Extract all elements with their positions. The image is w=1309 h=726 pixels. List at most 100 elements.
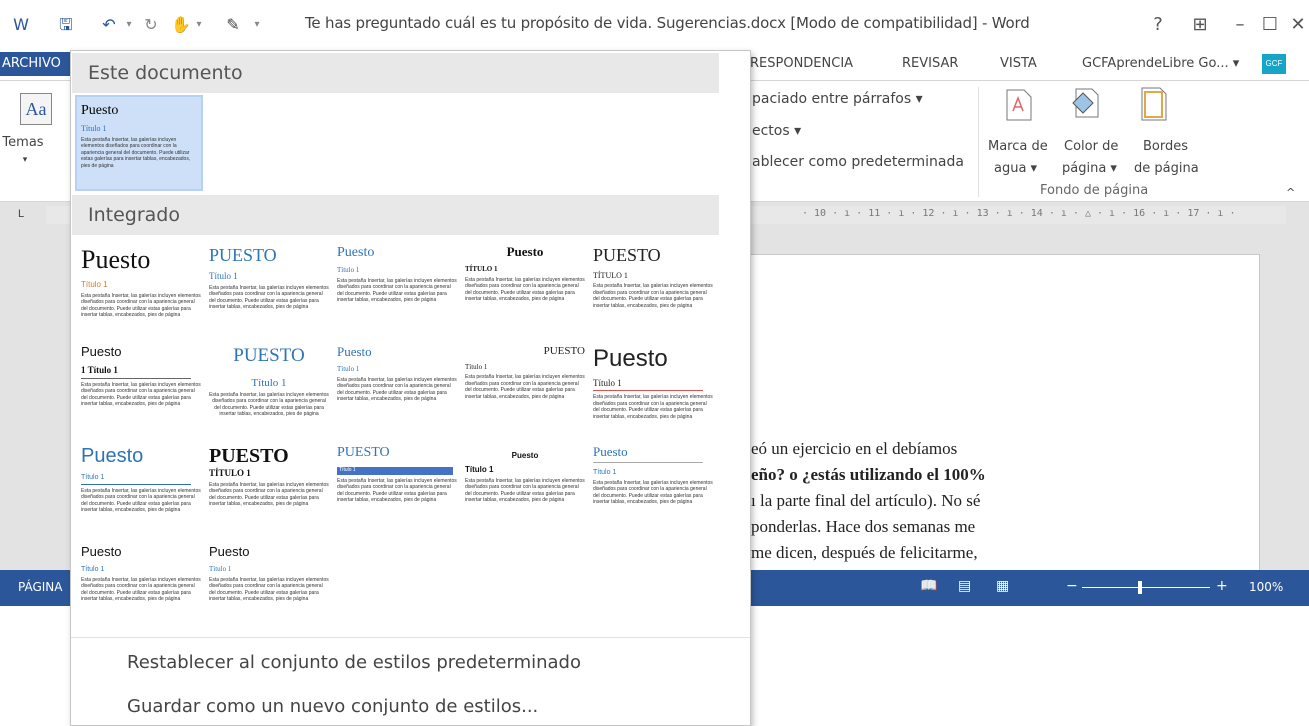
this-document-header: Este documento	[72, 53, 719, 93]
style-set-item[interactable]: Puesto Título 1 Esta pestaña Insertar, l…	[77, 541, 205, 633]
style-preview-title: Puesto	[337, 245, 375, 260]
tab-mailings[interactable]: RESPONDENCIA	[750, 56, 853, 71]
style-preview-body: Esta pestaña Insertar, las galerías incl…	[337, 277, 457, 304]
page-color-label-line2[interactable]: página ▾	[1062, 161, 1117, 176]
style-set-item[interactable]: Puesto Título 1 Esta pestaña Insertar, l…	[333, 241, 461, 337]
style-preview-title: PUESTO	[209, 245, 277, 265]
themes-button-label[interactable]: Temas	[0, 135, 46, 150]
watermark-label-line1[interactable]: Marca de	[988, 139, 1048, 154]
document-text-line: me dicen, después de felicitarme,	[751, 543, 978, 562]
style-preview-title: Puesto	[81, 445, 144, 467]
style-preview-rule	[81, 483, 191, 485]
style-set-gallery: Este documento Puesto Título 1 Esta pest…	[70, 50, 751, 726]
style-preview-title: Puesto	[593, 345, 668, 372]
avatar[interactable]: GCF	[1262, 54, 1286, 74]
close-button[interactable]: ✕	[1284, 12, 1309, 38]
style-set-item[interactable]: Puesto Título 1 Esta pestaña Insertar, l…	[77, 441, 205, 537]
style-set-item[interactable]: Puesto Título 1 Esta pestaña Insertar, l…	[333, 341, 461, 437]
style-set-item[interactable]: PUESTO Título 1 Esta pestaña Insertar, l…	[333, 441, 461, 537]
ribbon-display-options-button[interactable]: ⊞	[1186, 12, 1214, 38]
page-color-icon[interactable]	[1070, 87, 1104, 121]
style-preview-body: Esta pestaña Insertar, las galerías incl…	[209, 481, 329, 508]
style-preview-title: Puesto	[593, 444, 628, 459]
print-layout-icon[interactable]: ▤	[958, 578, 971, 594]
style-set-item[interactable]: Puesto Título 1 Esta pestaña Insertar, l…	[589, 341, 717, 437]
page-borders-icon[interactable]	[1140, 87, 1168, 121]
style-preview-title: Puesto	[506, 244, 544, 259]
style-preview-heading: Título 1	[81, 565, 105, 573]
themes-icon[interactable]: Aa	[20, 93, 52, 125]
tab-view[interactable]: VISTA	[1000, 56, 1037, 71]
style-set-item[interactable]: Puesto Título 1 Esta pestaña Insertar, l…	[589, 441, 717, 537]
style-set-item[interactable]: Puesto Título 1 Esta pestaña Insertar, l…	[77, 241, 205, 337]
style-preview-title: Puesto	[81, 344, 122, 359]
zoom-slider[interactable]	[1082, 587, 1210, 588]
read-mode-icon[interactable]: 📖	[920, 578, 937, 594]
style-preview-rule	[593, 390, 703, 392]
gallery-divider	[71, 637, 750, 638]
word-app-icon[interactable]: W	[10, 14, 32, 36]
style-set-item[interactable]: Puesto Título 1 Esta pestaña Insertar, l…	[205, 541, 333, 633]
style-preview-heading: Título 1	[593, 377, 622, 388]
document-text-line: ı la parte final del artículo). No sé	[751, 491, 981, 510]
style-set-item[interactable]: PUESTO Título 1 Esta pestaña Insertar, l…	[461, 341, 589, 437]
style-set-item[interactable]: PUESTO TÍTULO 1 Esta pestaña Insertar, l…	[205, 441, 333, 537]
customize-qat-icon[interactable]: ▾	[246, 14, 268, 36]
zoom-slider-thumb[interactable]	[1137, 581, 1142, 594]
style-set-item[interactable]: PUESTO Título 1 Esta pestaña Insertar, l…	[205, 341, 333, 437]
watermark-label-line2[interactable]: agua ▾	[994, 161, 1037, 176]
maximize-button[interactable]: ☐	[1256, 12, 1284, 38]
format-icon[interactable]: ✎	[222, 14, 244, 36]
style-preview-heading: 1 Título 1	[81, 364, 118, 375]
style-preview-title: PUESTO	[337, 445, 390, 460]
save-icon[interactable]: 🖫	[55, 14, 77, 36]
tab-review[interactable]: REVISAR	[902, 56, 958, 71]
help-button[interactable]: ?	[1144, 12, 1172, 38]
redo-icon[interactable]: ↻	[140, 14, 162, 36]
document-text-line: eño? o ¿estás utilizando el 100%	[751, 465, 986, 484]
title-bar: W 🖫 ↶ ▾ ↻ ✋ ▾ ✎ ▾ Te has preguntado cuál…	[0, 0, 1309, 52]
tab-selector-icon[interactable]: L	[0, 202, 46, 226]
style-set-item[interactable]: Puesto 1 Título 1 Esta pestaña Insertar,…	[77, 341, 205, 437]
page-color-label-line1[interactable]: Color de	[1064, 139, 1118, 154]
page-count-status[interactable]: PÁGINA	[18, 580, 63, 594]
style-preview-title: PUESTO	[543, 345, 585, 357]
collapse-ribbon-button[interactable]: ^	[1286, 186, 1295, 199]
effects-button[interactable]: ectos ▾	[752, 123, 801, 139]
style-preview-title: PUESTO	[209, 445, 289, 467]
style-set-current[interactable]: Puesto Título 1 Esta pestaña Insertar, l…	[75, 95, 203, 191]
save-style-set-button[interactable]: Guardar como un nuevo conjunto de estilo…	[127, 696, 538, 717]
style-preview-body: Esta pestaña Insertar, las galerías incl…	[209, 391, 329, 418]
style-preview-body: Esta pestaña Insertar, las galerías incl…	[465, 276, 585, 303]
zoom-out-button[interactable]: −	[1066, 578, 1078, 594]
style-preview-title: Puesto	[209, 544, 250, 559]
style-set-item[interactable]: Puesto TÍTULO 1 Esta pestaña Insertar, l…	[461, 241, 589, 337]
undo-icon[interactable]: ↶	[98, 14, 120, 36]
style-preview-body: Esta pestaña Insertar, las galerías incl…	[81, 292, 201, 319]
tab-file[interactable]: ARCHIVO	[0, 52, 70, 76]
page-borders-label-line1[interactable]: Bordes	[1143, 139, 1188, 154]
zoom-in-button[interactable]: +	[1216, 578, 1228, 594]
style-preview-heading: Título 1	[81, 474, 105, 481]
style-preview-title: Puesto	[337, 344, 372, 359]
style-preview-title: Puesto	[81, 245, 151, 274]
paragraph-spacing-button[interactable]: paciado entre párrafos ▾	[752, 91, 923, 107]
account-menu[interactable]: GCFAprendeLibre Go... ▾	[1082, 56, 1239, 71]
touch-dropdown-icon[interactable]: ▾	[188, 14, 210, 36]
style-set-item[interactable]: Puesto Título 1 Esta pestaña Insertar, l…	[461, 441, 589, 537]
style-preview-body: Esta pestaña Insertar, las galerías incl…	[593, 394, 713, 420]
style-set-item[interactable]: PUESTO Título 1 Esta pestaña Insertar, l…	[205, 241, 333, 337]
set-as-default-button[interactable]: ablecer como predeterminada	[752, 154, 964, 170]
style-set-item[interactable]: PUESTO TÍTULO 1 Esta pestaña Insertar, l…	[589, 241, 717, 337]
ribbon-divider	[978, 87, 979, 197]
page-borders-label-line2[interactable]: de página	[1134, 161, 1199, 176]
style-preview-heading: TÍTULO 1	[209, 468, 251, 478]
minimize-button[interactable]: –	[1226, 12, 1254, 38]
themes-dropdown-icon[interactable]: ▾	[10, 155, 40, 165]
undo-dropdown-icon[interactable]: ▾	[118, 14, 140, 36]
zoom-level[interactable]: 100%	[1249, 580, 1283, 594]
style-preview-heading: Título 1	[81, 279, 108, 289]
web-layout-icon[interactable]: ▦	[996, 578, 1009, 594]
reset-style-set-button[interactable]: Restablecer al conjunto de estilos prede…	[127, 652, 581, 673]
watermark-icon[interactable]	[1005, 89, 1033, 121]
